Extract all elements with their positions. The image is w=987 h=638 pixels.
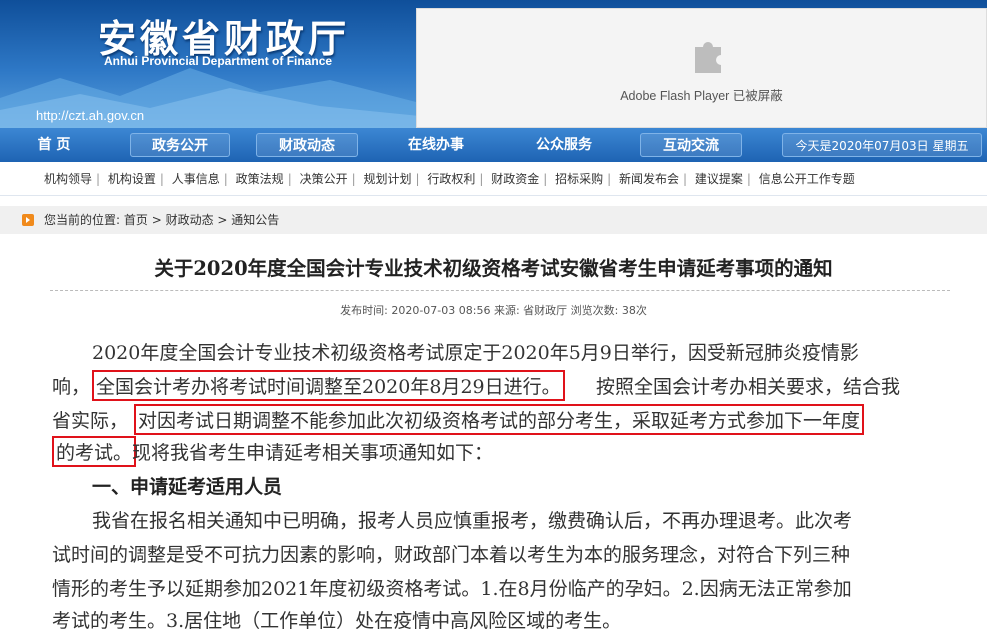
subnav-item[interactable]: 机构设置 [108,172,156,186]
subnav-item[interactable]: 财政资金 [491,172,539,186]
site-header: 安徽省财政厅 Anhui Provincial Department of Fi… [0,0,987,128]
body-line: 2020年度全国会计专业技术初级资格考试原定于2020年5月9日举行，因受新冠肺… [92,342,859,364]
subnav-item[interactable]: 招标采购 [555,172,603,186]
nav-government-affairs[interactable]: 政务公开 [130,133,230,157]
sub-nav-list: 机构领导 | 机构设置 | 人事信息 | 政策法规 | 决策公开 | 规划计划 | 行政权利… [44,172,855,186]
body-line: 我省在报名相关通知中已明确，报考人员应慎重报考，缴费确认后，不再办理退考。此次考 [92,510,853,532]
site-url: http://czt.ah.gov.cn [36,108,145,123]
subnav-item[interactable]: 政策法规 [236,172,284,186]
article-title: 关于2020年度全国会计专业技术初级资格考试安徽省考生申请延考事项的通知 [154,257,833,280]
breadcrumb: 您当前的位置: 首页 > 财政动态 > 通知公告 [0,206,987,234]
subnav-item[interactable]: 建议提案 [695,172,743,186]
nav-home[interactable]: 首 页 [16,133,92,157]
highlight-box-date-change: 全国会计考办将考试时间调整至2020年8月29日进行。 [92,370,565,401]
body-line: 试时间的调整是受不可抗力因素的影响，财政部门本着以考生为本的服务理念，对符合下列… [52,544,851,566]
nav-public-services[interactable]: 公众服务 [514,133,614,157]
main-nav: 首 页 政务公开 财政动态 在线办事 公众服务 互动交流 今天是2020年07月… [0,128,987,162]
breadcrumb-label: 您当前的位置: [44,213,121,227]
nav-online-services[interactable]: 在线办事 [386,133,486,157]
subnav-item[interactable]: 规划计划 [363,172,411,186]
subnav-item[interactable]: 信息公开工作专题 [759,172,855,186]
body-line: 考试的考生。3.居住地（工作单位）处在疫情中高风险区域的考生。 [52,610,622,632]
nav-interaction[interactable]: 互动交流 [640,133,742,157]
site-subtitle: Anhui Provincial Department of Finance [104,54,333,68]
body-line: 响， [52,376,91,398]
breadcrumb-notices[interactable]: 通知公告 [231,213,279,227]
sub-nav: 机构领导 | 机构设置 | 人事信息 | 政策法规 | 决策公开 | 规划计划 | 行政权利… [0,162,987,196]
subnav-item[interactable]: 决策公开 [300,172,348,186]
article-meta: 发布时间: 2020-07-03 08:56 来源: 省财政厅 浏览次数: 38… [340,304,647,317]
flash-placeholder[interactable]: Adobe Flash Player 已被屏蔽 [416,8,987,128]
article-body: 2020年度全国会计专业技术初级资格考试原定于2020年5月9日举行，因受新冠肺… [52,338,952,638]
body-line: 按照全国会计考办相关要求，结合我 [596,376,901,398]
section-heading: 一、申请延考适用人员 [92,476,283,498]
subnav-item[interactable]: 新闻发布会 [619,172,679,186]
puzzle-icon [695,42,721,73]
breadcrumb-text: 您当前的位置: 首页 > 财政动态 > 通知公告 [44,213,280,227]
body-line: 省实际， [52,410,129,432]
location-icon [22,214,34,226]
flash-notice: Adobe Flash Player 已被屏蔽 [620,89,783,103]
breadcrumb-finance-news[interactable]: 财政动态 [166,213,214,227]
nav-finance-news[interactable]: 财政动态 [256,133,358,157]
subnav-item[interactable]: 人事信息 [172,172,220,186]
breadcrumb-home[interactable]: 首页 [124,213,148,227]
date-display: 今天是2020年07月03日 星期五 [782,133,982,157]
highlight-box-deferral-cont: 的考试。 [52,436,137,467]
subnav-item[interactable]: 行政权利 [427,172,475,186]
subnav-item[interactable]: 机构领导 [44,172,92,186]
body-line: 情形的考生予以延期参加2021年度初级资格考试。1.在8月份临产的孕妇。2.因病… [52,578,852,600]
body-line: 现将我省考生申请延考相关事项通知如下： [132,442,494,464]
highlight-box-deferral: 对因考试日期调整不能参加此次初级资格考试的部分考生，采取延考方式参加下一年度 [134,404,865,435]
title-divider [50,290,950,291]
